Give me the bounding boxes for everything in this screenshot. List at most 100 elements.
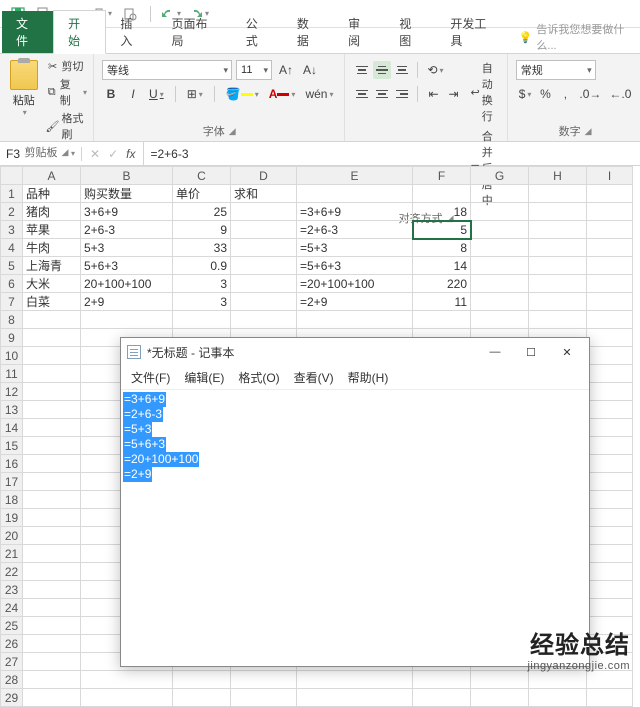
cell-I16[interactable] [587, 455, 633, 473]
row-header-19[interactable]: 19 [1, 509, 23, 527]
row-header-11[interactable]: 11 [1, 365, 23, 383]
cell-H4[interactable] [529, 239, 587, 257]
cancel-formula-icon[interactable]: ✕ [90, 147, 100, 161]
row-header-13[interactable]: 13 [1, 401, 23, 419]
align-left-icon[interactable] [353, 85, 371, 103]
cell-E4[interactable]: =5+3 [297, 239, 413, 257]
cell-F7[interactable]: 11 [413, 293, 471, 311]
cell-I22[interactable] [587, 563, 633, 581]
phonetic-button[interactable]: wén▾ [302, 84, 336, 104]
cell-F6[interactable]: 220 [413, 275, 471, 293]
cell-B8[interactable] [81, 311, 173, 329]
cell-A18[interactable] [23, 491, 81, 509]
row-header-4[interactable]: 4 [1, 239, 23, 257]
cell-A3[interactable]: 苹果 [23, 221, 81, 239]
cell-A13[interactable] [23, 401, 81, 419]
row-header-7[interactable]: 7 [1, 293, 23, 311]
cell-A4[interactable]: 牛肉 [23, 239, 81, 257]
cell-G8[interactable] [471, 311, 529, 329]
cell-I6[interactable] [587, 275, 633, 293]
close-button[interactable]: ✕ [549, 340, 585, 364]
cell-G29[interactable] [471, 689, 529, 707]
cell-I3[interactable] [587, 221, 633, 239]
cell-I11[interactable] [587, 365, 633, 383]
cell-F1[interactable] [413, 185, 471, 203]
row-header-1[interactable]: 1 [1, 185, 23, 203]
cell-A26[interactable] [23, 635, 81, 653]
cell-H28[interactable] [529, 671, 587, 689]
cell-A5[interactable]: 上海青 [23, 257, 81, 275]
cell-C1[interactable]: 单价 [173, 185, 231, 203]
col-header-H[interactable]: H [529, 167, 587, 185]
notepad-menu-edit[interactable]: 编辑(E) [178, 368, 230, 387]
cell-A24[interactable] [23, 599, 81, 617]
cell-I5[interactable] [587, 257, 633, 275]
row-header-8[interactable]: 8 [1, 311, 23, 329]
cell-I12[interactable] [587, 383, 633, 401]
cell-A10[interactable] [23, 347, 81, 365]
tab-formulas[interactable]: 公式 [232, 11, 283, 53]
cell-A22[interactable] [23, 563, 81, 581]
row-header-28[interactable]: 28 [1, 671, 23, 689]
cell-E2[interactable]: =3+6+9 [297, 203, 413, 221]
row-header-3[interactable]: 3 [1, 221, 23, 239]
tab-view[interactable]: 视图 [385, 11, 436, 53]
border-button[interactable]: ⊞▾ [184, 84, 206, 104]
cell-F28[interactable] [413, 671, 471, 689]
paste-button[interactable]: 粘贴 ▾ [6, 56, 42, 142]
cell-C5[interactable]: 0.9 [173, 257, 231, 275]
cell-F5[interactable]: 14 [413, 257, 471, 275]
cell-D3[interactable] [231, 221, 297, 239]
decrease-font-icon[interactable]: A↓ [300, 60, 320, 80]
cell-E3[interactable]: =2+6-3 [297, 221, 413, 239]
bold-button[interactable]: B [102, 84, 120, 104]
align-middle-icon[interactable] [373, 61, 391, 79]
fx-icon[interactable]: fx [126, 147, 135, 161]
row-header-18[interactable]: 18 [1, 491, 23, 509]
accounting-format-button[interactable]: $▾ [516, 84, 535, 104]
cell-A7[interactable]: 白菜 [23, 293, 81, 311]
row-header-14[interactable]: 14 [1, 419, 23, 437]
cell-D2[interactable] [231, 203, 297, 221]
cell-H5[interactable] [529, 257, 587, 275]
increase-indent-icon[interactable]: ⇥ [444, 84, 462, 104]
row-header-23[interactable]: 23 [1, 581, 23, 599]
row-header-5[interactable]: 5 [1, 257, 23, 275]
cell-I2[interactable] [587, 203, 633, 221]
font-size-combo[interactable]: 11 [236, 60, 272, 80]
tab-review[interactable]: 审阅 [334, 11, 385, 53]
cell-A16[interactable] [23, 455, 81, 473]
orientation-button[interactable]: ⟲▾ [424, 60, 446, 80]
cell-I9[interactable] [587, 329, 633, 347]
cell-G6[interactable] [471, 275, 529, 293]
cell-F3[interactable]: 5 [413, 221, 471, 239]
cell-G28[interactable] [471, 671, 529, 689]
cell-H7[interactable] [529, 293, 587, 311]
maximize-button[interactable]: ☐ [513, 340, 549, 364]
row-header-16[interactable]: 16 [1, 455, 23, 473]
italic-button[interactable]: I [124, 84, 142, 104]
cell-C4[interactable]: 33 [173, 239, 231, 257]
cell-E28[interactable] [297, 671, 413, 689]
tab-page-layout[interactable]: 页面布局 [157, 11, 231, 53]
cell-I1[interactable] [587, 185, 633, 203]
percent-button[interactable]: % [536, 84, 554, 104]
row-header-6[interactable]: 6 [1, 275, 23, 293]
align-center-icon[interactable] [373, 85, 391, 103]
align-bottom-icon[interactable] [393, 61, 411, 79]
cell-B6[interactable]: 20+100+100 [81, 275, 173, 293]
row-header-25[interactable]: 25 [1, 617, 23, 635]
cell-A12[interactable] [23, 383, 81, 401]
cell-A21[interactable] [23, 545, 81, 563]
col-header-A[interactable]: A [23, 167, 81, 185]
tab-file[interactable]: 文件 [2, 11, 53, 53]
cell-A23[interactable] [23, 581, 81, 599]
cell-I20[interactable] [587, 527, 633, 545]
tab-insert[interactable]: 插入 [106, 11, 157, 53]
align-right-icon[interactable] [393, 85, 411, 103]
cell-I21[interactable] [587, 545, 633, 563]
font-name-combo[interactable]: 等线 [102, 60, 232, 80]
cell-E8[interactable] [297, 311, 413, 329]
row-header-9[interactable]: 9 [1, 329, 23, 347]
align-top-icon[interactable] [353, 61, 371, 79]
